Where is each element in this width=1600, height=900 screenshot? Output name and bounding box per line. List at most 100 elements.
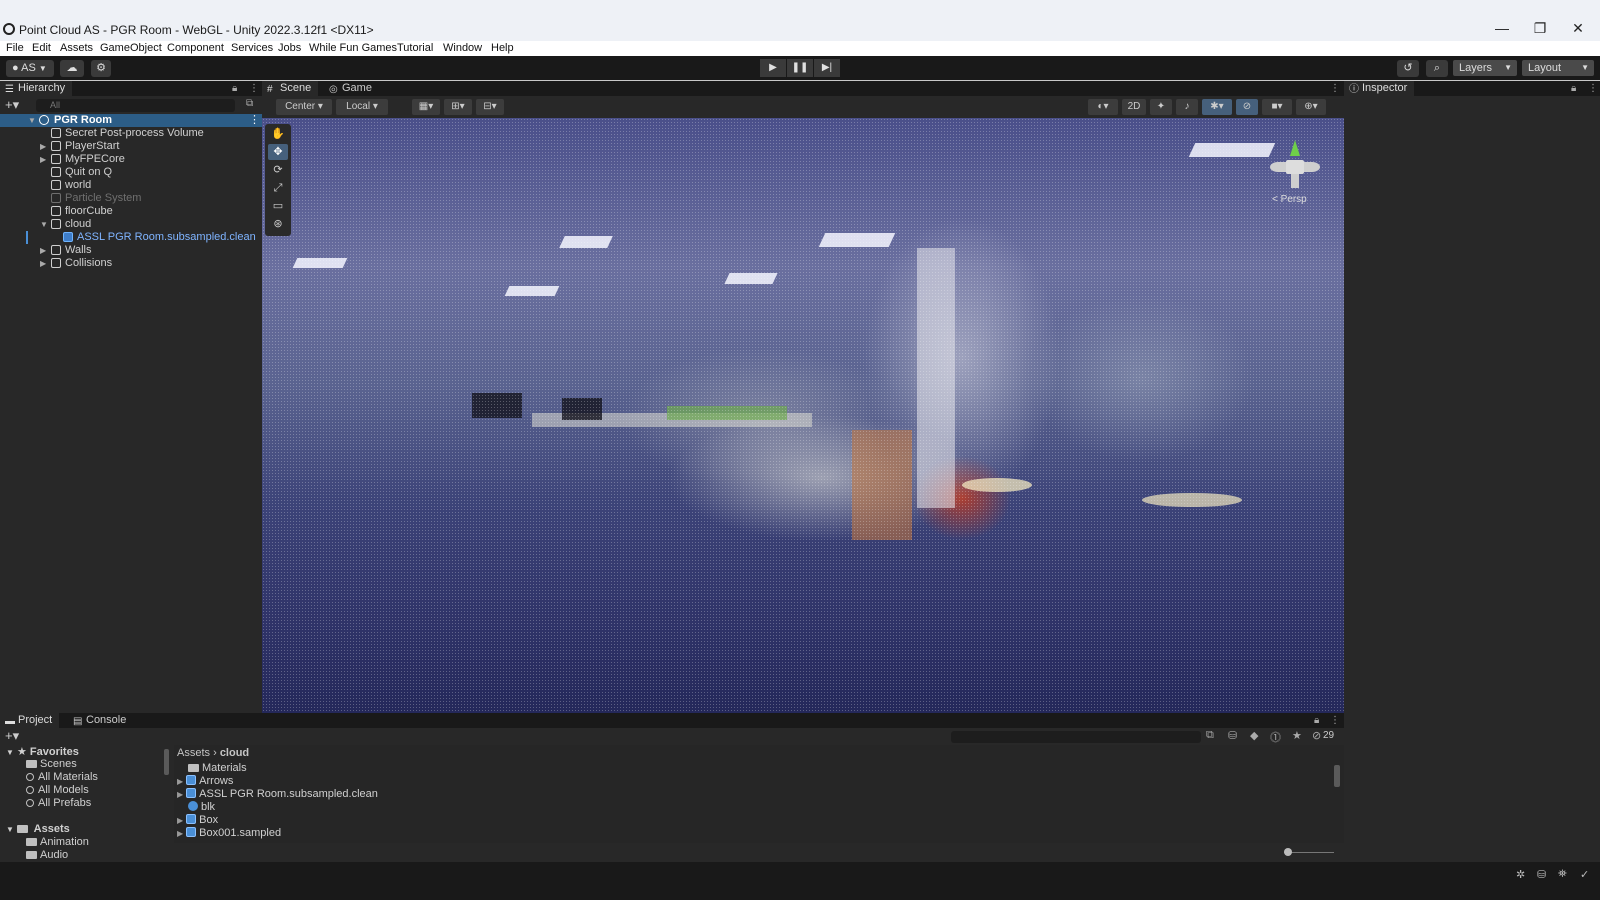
hierarchy-item[interactable]: ▶ MyFPECore <box>0 153 262 166</box>
tab-inspector[interactable]: ⓘ Inspector <box>1344 81 1415 96</box>
list-item[interactable]: ▶ Arrows <box>177 775 233 787</box>
hand-tool-icon[interactable]: ✋ <box>268 126 288 142</box>
add-icon[interactable]: +▾ <box>5 97 19 113</box>
x-axis-icon[interactable] <box>1270 162 1286 172</box>
scrollbar[interactable] <box>1334 765 1340 787</box>
menu-assets[interactable]: Assets <box>60 41 93 55</box>
kebab-menu-icon[interactable]: ⋮ <box>249 81 259 96</box>
account-dropdown[interactable]: ● AS ▼ <box>6 60 54 77</box>
ruler-icon[interactable]: ⊟▾ <box>476 99 504 115</box>
layout-dropdown[interactable]: Layout ▼ <box>1522 60 1594 76</box>
snap-increment-icon[interactable]: ⊞▾ <box>444 99 472 115</box>
y-axis-icon[interactable] <box>1290 140 1300 156</box>
filter-icon[interactable]: ⛁ <box>1228 729 1237 742</box>
menu-help[interactable]: Help <box>491 41 514 55</box>
breadcrumb-item[interactable]: Assets <box>177 747 210 759</box>
menu-file[interactable]: File <box>6 41 24 55</box>
menu-window[interactable]: Window <box>443 41 482 55</box>
list-item[interactable]: ▶ Box <box>177 814 218 826</box>
menu-services[interactable]: Services <box>231 41 273 55</box>
lighting-build-icon[interactable]: ⛯ <box>1558 868 1567 881</box>
hierarchy-search-input[interactable]: All <box>36 99 235 112</box>
list-item[interactable]: Materials <box>188 762 247 774</box>
cache-server-icon[interactable]: ⛁ <box>1537 868 1546 881</box>
ok-status-icon[interactable]: ✓ <box>1580 868 1589 881</box>
hierarchy-item[interactable]: ▼ cloud <box>0 218 262 231</box>
hierarchy-item-pgr-room[interactable]: ▼ PGR Room ⋮ <box>0 114 262 127</box>
list-item[interactable]: ▶ Box001.sampled <box>177 827 281 839</box>
collapse-arrow-icon[interactable]: ▶ <box>177 790 183 799</box>
step-button[interactable]: ▶| <box>814 59 840 77</box>
collapse-arrow-icon[interactable]: ▶ <box>177 829 183 838</box>
scrollbar[interactable] <box>164 749 169 775</box>
transform-tool-icon[interactable]: ⊛ <box>268 216 288 232</box>
tab-project[interactable]: ▬ Project <box>0 713 60 728</box>
list-item[interactable]: ▶ ASSL PGR Room.subsampled.clean <box>177 788 378 800</box>
asset-folder-item[interactable]: Audio <box>26 849 68 862</box>
bug-icon[interactable]: ✲ <box>1516 868 1525 881</box>
camera-icon[interactable]: ■▾ <box>1262 99 1292 115</box>
asset-folder-item[interactable]: Animation <box>26 836 89 848</box>
hierarchy-item[interactable]: world <box>0 179 262 192</box>
menu-edit[interactable]: Edit <box>32 41 51 55</box>
scene-visibility-icon[interactable]: ⧉ <box>246 98 253 109</box>
collapse-arrow-icon[interactable]: ▶ <box>177 816 183 825</box>
assets-header[interactable]: ▼ Assets <box>6 823 70 835</box>
menu-tutorial[interactable]: Tutorial <box>397 41 433 55</box>
icon-size-slider-handle[interactable] <box>1284 848 1292 856</box>
breadcrumb-item[interactable]: cloud <box>220 747 249 759</box>
minimize-button[interactable]: — <box>1487 17 1517 39</box>
collapse-arrow-icon[interactable]: ▶ <box>177 777 183 786</box>
tab-console[interactable]: ▤ Console <box>68 713 133 728</box>
tab-game[interactable]: ◎ Game <box>324 81 379 96</box>
lock-icon[interactable]: 🔒︎ <box>1571 81 1576 96</box>
scene-orientation-gizmo[interactable]: < Persp <box>1264 130 1324 210</box>
perspective-label[interactable]: < Persp <box>1272 194 1307 205</box>
cloud-icon[interactable]: ☁ <box>60 60 84 77</box>
collapse-arrow-icon[interactable]: ▶ <box>40 140 46 153</box>
favorite-item[interactable]: All Prefabs <box>26 797 91 809</box>
collab-settings-icon[interactable]: ⚙ <box>91 60 111 77</box>
scene-viewport[interactable]: ✋ ✥ ⟳ ⤢ ▭ ⊛ < Persp <box>262 118 1344 713</box>
kebab-menu-icon[interactable]: ⋮ <box>1588 81 1598 96</box>
kebab-menu-icon[interactable]: ⋮ <box>1330 713 1340 728</box>
hierarchy-item[interactable]: Particle System <box>0 192 262 205</box>
layers-dropdown[interactable]: Layers ▼ <box>1453 60 1517 76</box>
gizmo-center-icon[interactable] <box>1286 160 1304 174</box>
maximize-button[interactable]: ❐ <box>1525 17 1555 39</box>
favorite-item[interactable]: Scenes <box>26 758 77 770</box>
project-search-input[interactable] <box>951 731 1201 743</box>
hierarchy-item[interactable]: floorCube <box>0 205 262 218</box>
expand-arrow-icon[interactable]: ▼ <box>6 748 14 757</box>
list-item[interactable]: blk <box>188 801 215 813</box>
hierarchy-item[interactable]: Quit on Q <box>0 166 262 179</box>
tab-hierarchy[interactable]: ☰ Hierarchy <box>0 81 73 96</box>
menu-jobs[interactable]: Jobs <box>278 41 301 55</box>
tab-scene[interactable]: # Scene <box>262 81 319 96</box>
menu-while-fun-games[interactable]: While Fun Games <box>309 41 397 55</box>
search-icon[interactable]: ⌕ <box>1426 60 1448 77</box>
warning-icon[interactable]: ⓵ <box>1270 729 1281 745</box>
x-axis-icon[interactable] <box>1304 162 1320 172</box>
grid-snapping-icon[interactable]: ▦▾ <box>412 99 440 115</box>
hierarchy-item[interactable]: ▶ Walls <box>0 244 262 257</box>
close-button[interactable]: ✕ <box>1563 17 1593 39</box>
z-axis-icon[interactable] <box>1291 174 1299 188</box>
gizmos-icon[interactable]: ⊕▾ <box>1296 99 1326 115</box>
label-icon[interactable]: ◆ <box>1250 729 1258 742</box>
expand-arrow-icon[interactable]: ▼ <box>6 825 14 834</box>
collapse-arrow-icon[interactable]: ▶ <box>40 153 46 166</box>
favorite-item[interactable]: All Materials <box>26 771 98 783</box>
pivot-space-dropdown[interactable]: Local ▾ <box>336 99 388 115</box>
kebab-menu-icon[interactable]: ⋮ <box>249 114 260 127</box>
hidden-packages-icon[interactable]: ⊘ <box>1312 729 1321 742</box>
menu-gameobject[interactable]: GameObject <box>100 41 162 55</box>
collapse-arrow-icon[interactable]: ▶ <box>40 244 46 257</box>
lock-icon[interactable]: 🔒︎ <box>1314 713 1319 728</box>
menu-component[interactable]: Component <box>167 41 224 55</box>
hierarchy-item[interactable]: Secret Post-process Volume <box>0 127 262 140</box>
rotate-tool-icon[interactable]: ⟳ <box>268 162 288 178</box>
hierarchy-item[interactable]: ASSL PGR Room.subsampled.clean <box>0 231 262 244</box>
rect-tool-icon[interactable]: ▭ <box>268 198 288 214</box>
star-icon[interactable]: ★ <box>1292 729 1302 742</box>
